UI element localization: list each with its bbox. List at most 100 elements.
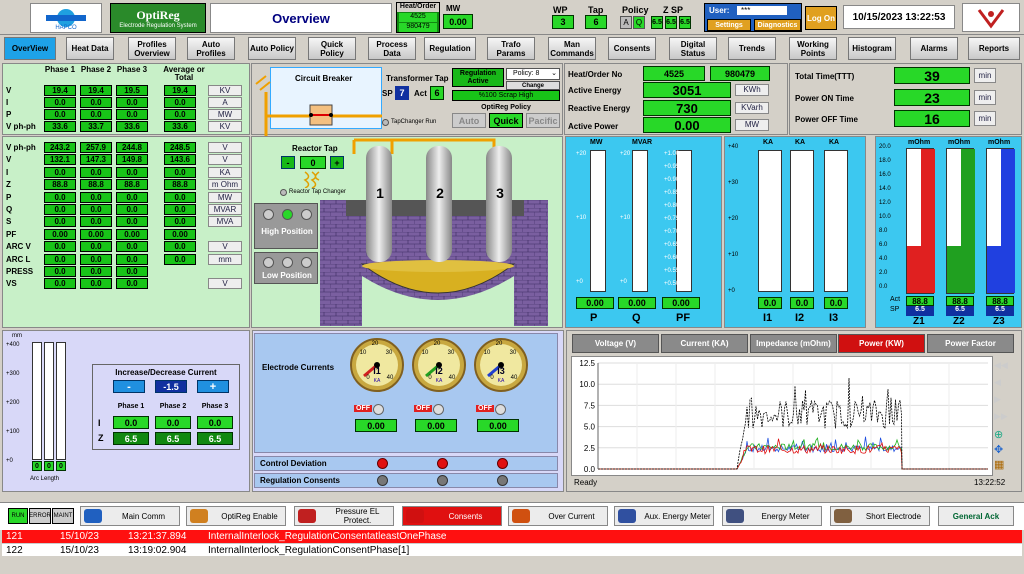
logo-text: HAPCO [55,25,77,31]
alarm-row[interactable]: 121 15/10/23 13:21:37.894 InternalInterlock… [2,530,1022,543]
scroll-fwd-icon[interactable]: ▶ [994,394,1010,405]
trend-tab-3[interactable]: Power (KW) [838,334,925,353]
zsp-label: Z SP [663,5,684,15]
trend-tab-4[interactable]: Power Factor [927,334,1014,353]
z-name: Z1 [913,316,925,327]
incdec-z-label: Z [98,433,104,443]
scroll-right-icon[interactable]: ▶▶ [994,411,1010,422]
settings-button[interactable]: Settings [707,19,751,31]
scale-mvar: +0 [620,279,627,285]
nav-button-regulation[interactable]: Regulation [424,37,476,60]
phase-cell: 33.6 [116,121,148,132]
diagnostics-button[interactable]: Diagnostics [754,19,801,31]
nav-button-alarms[interactable]: Alarms [910,37,958,60]
z-scale: 12.0 [879,200,891,206]
status-icon [618,509,636,523]
status-item-3[interactable]: Consents [402,506,502,526]
heat-order-b: 980479 [399,23,437,32]
pq-value: 0.00 [576,297,614,309]
nav-button-working-points[interactable]: Working Points [789,37,837,60]
nav-button-quick-policy[interactable]: Quick Policy [308,37,356,60]
auto-button[interactable]: Auto [452,113,486,128]
off-led [433,404,444,415]
reactor-minus-button[interactable]: - [281,156,295,169]
nav-button-digital-status[interactable]: Digital Status [669,37,717,60]
zsp-1: 6.5 [651,16,663,29]
nav-button-reports[interactable]: Reports [968,37,1020,60]
status-item-5[interactable]: Aux. Energy Meter [614,506,714,526]
status-item-6[interactable]: Energy Meter [722,506,822,526]
phase-cell: 0.0 [80,166,112,178]
pan-icon[interactable]: ✥ [994,443,1010,456]
heat-order-a: 4525 [399,13,437,22]
phase-cell: 33.7 [80,121,112,132]
alarm-text: InternalInterlock_RegulationConsentatlea… [208,531,447,542]
phase-header-3: Average or Total [163,65,205,82]
scale-pf: +0.80 [664,203,680,209]
logon-button[interactable]: Log On [805,6,837,30]
row-label-phase_table.rows2-6: S [6,217,12,227]
nav-button-process-data[interactable]: Process Data [368,37,416,60]
arc-val: 0 [56,461,66,471]
trend-tools: ◀◀ ◀ ▶ ▶▶ ⊕ ✥ ▦ [994,360,1010,471]
arc-bar-0 [32,342,42,460]
nav-button-consents[interactable]: Consents [608,37,656,60]
trend-tab-1[interactable]: Current (KA) [661,334,748,353]
nav-button-heat-data[interactable]: Heat Data [66,37,114,60]
power-off-unit: min [974,111,996,126]
general-ack-button[interactable]: General Ack [938,506,1014,526]
nav-button-trafo-params[interactable]: Trafo Params [487,37,535,60]
status-item-1[interactable]: OptiReg Enable [186,506,286,526]
scroll-back-icon[interactable]: ◀ [994,377,1010,388]
policy-select[interactable]: Policy: 8 ⌄ [506,68,560,80]
off-badge: OFF [476,405,494,412]
zsp-2: 6.5 [665,16,677,29]
trend-ytick: 10.0 [579,380,595,389]
z-scale: 16.0 [879,172,891,178]
z-bar-2 [986,148,1015,294]
gauge-unit: KA [436,378,443,384]
consent-led [437,475,448,486]
status-item-0[interactable]: Main Comm [80,506,180,526]
consent-led [497,475,508,486]
z-act: 88.8 [946,296,974,306]
nav-button-auto-policy[interactable]: Auto Policy [248,37,296,60]
export-icon[interactable]: ▦ [994,458,1010,471]
energy-heat-order-label: Heat/Order No [568,70,623,79]
incdec-plus-button[interactable]: + [197,380,229,393]
unit-cell: KA [208,166,242,178]
scale-mvar: +10 [620,215,631,221]
alarm-row[interactable]: 122 15/10/23 13:19:02.904 InternalInterlock… [2,543,1022,556]
change-button[interactable]: Change [506,81,560,90]
phase-cell: 19.4 [164,85,196,96]
status-item-7[interactable]: Short Electrode [830,506,930,526]
nav-button-profiles-overview[interactable]: Profiles Overview [128,37,176,60]
incdec-minus-button[interactable]: - [113,380,145,393]
trend-plot: 12.5 10.0 7.5 5.0 2.5 0.0 [579,359,988,474]
nav-button-trends[interactable]: Trends [728,37,776,60]
unit-cell: MVAR [208,204,242,215]
nav-button-histogram[interactable]: Histogram [848,37,896,60]
trend-tab-0[interactable]: Voltage (V) [572,334,659,353]
status-item-4[interactable]: Over Current [508,506,608,526]
nav-button-man-commands[interactable]: Man Commands [548,37,596,60]
scroll-left-icon[interactable]: ◀◀ [994,360,1010,371]
trend-tab-2[interactable]: Impedance (mOhm) [750,334,837,353]
z-bar-fill-0 [921,149,935,293]
act-label: Act [414,89,427,98]
nav-button-auto-profiles[interactable]: Auto Profiles [187,37,235,60]
pacific-button[interactable]: Pacific [526,113,560,128]
gauge-tick: 30 [386,350,393,356]
incdec-title: Increase/Decrease Current [115,368,217,377]
zoom-in-icon[interactable]: ⊕ [994,428,1010,441]
z-sp-label: SP [890,306,900,313]
gauge-unit: KA [498,378,505,384]
arc-bar-2 [56,342,66,460]
policy-label: Policy [622,5,649,15]
phase-cell: 0.0 [80,266,112,277]
quick-button[interactable]: Quick [489,113,523,128]
hp-led-1 [263,209,274,220]
nav-button-overview[interactable]: OverView [4,37,56,60]
status-item-2[interactable]: Pressure EL Protect. [294,506,394,526]
z-scale: 10.0 [879,214,891,220]
